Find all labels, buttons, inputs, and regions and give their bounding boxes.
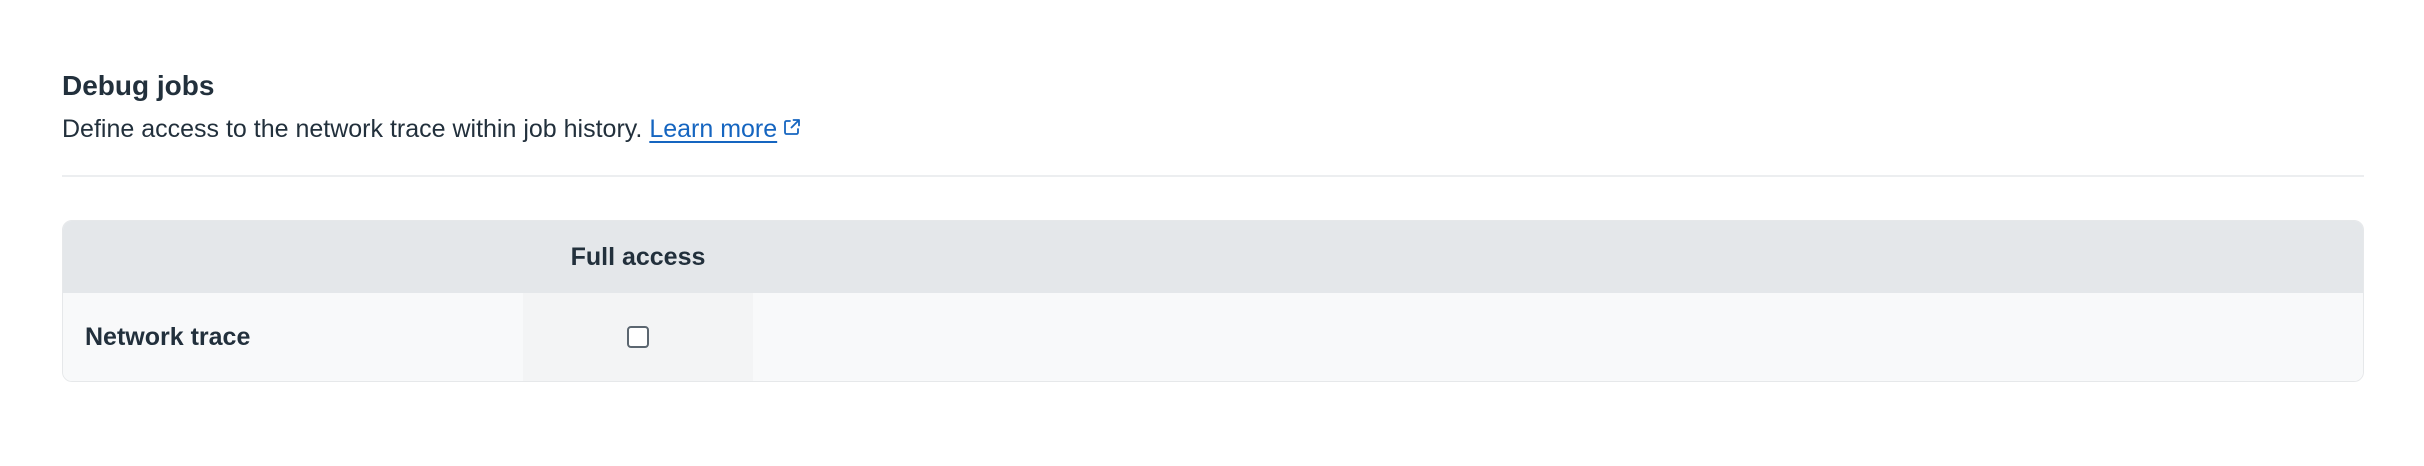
section-title: Debug jobs [62,70,215,101]
table-header: Full access [63,221,2363,293]
column-header-full-access: Full access [570,242,706,271]
learn-more-label: Learn more [649,115,778,143]
description-text: Define access to the network trace withi… [62,115,643,143]
row-label-network-trace: Network trace [85,322,251,351]
external-link-icon [783,109,801,147]
permissions-table: Full access Network trace [62,220,2364,382]
network-trace-full-access-checkbox[interactable] [627,326,649,348]
section-divider [62,175,2364,177]
section-description: Define access to the network trace withi… [62,110,801,148]
full-access-cell [523,293,753,381]
table-row: Network trace [63,293,2363,381]
learn-more-link[interactable]: Learn more [649,115,801,143]
